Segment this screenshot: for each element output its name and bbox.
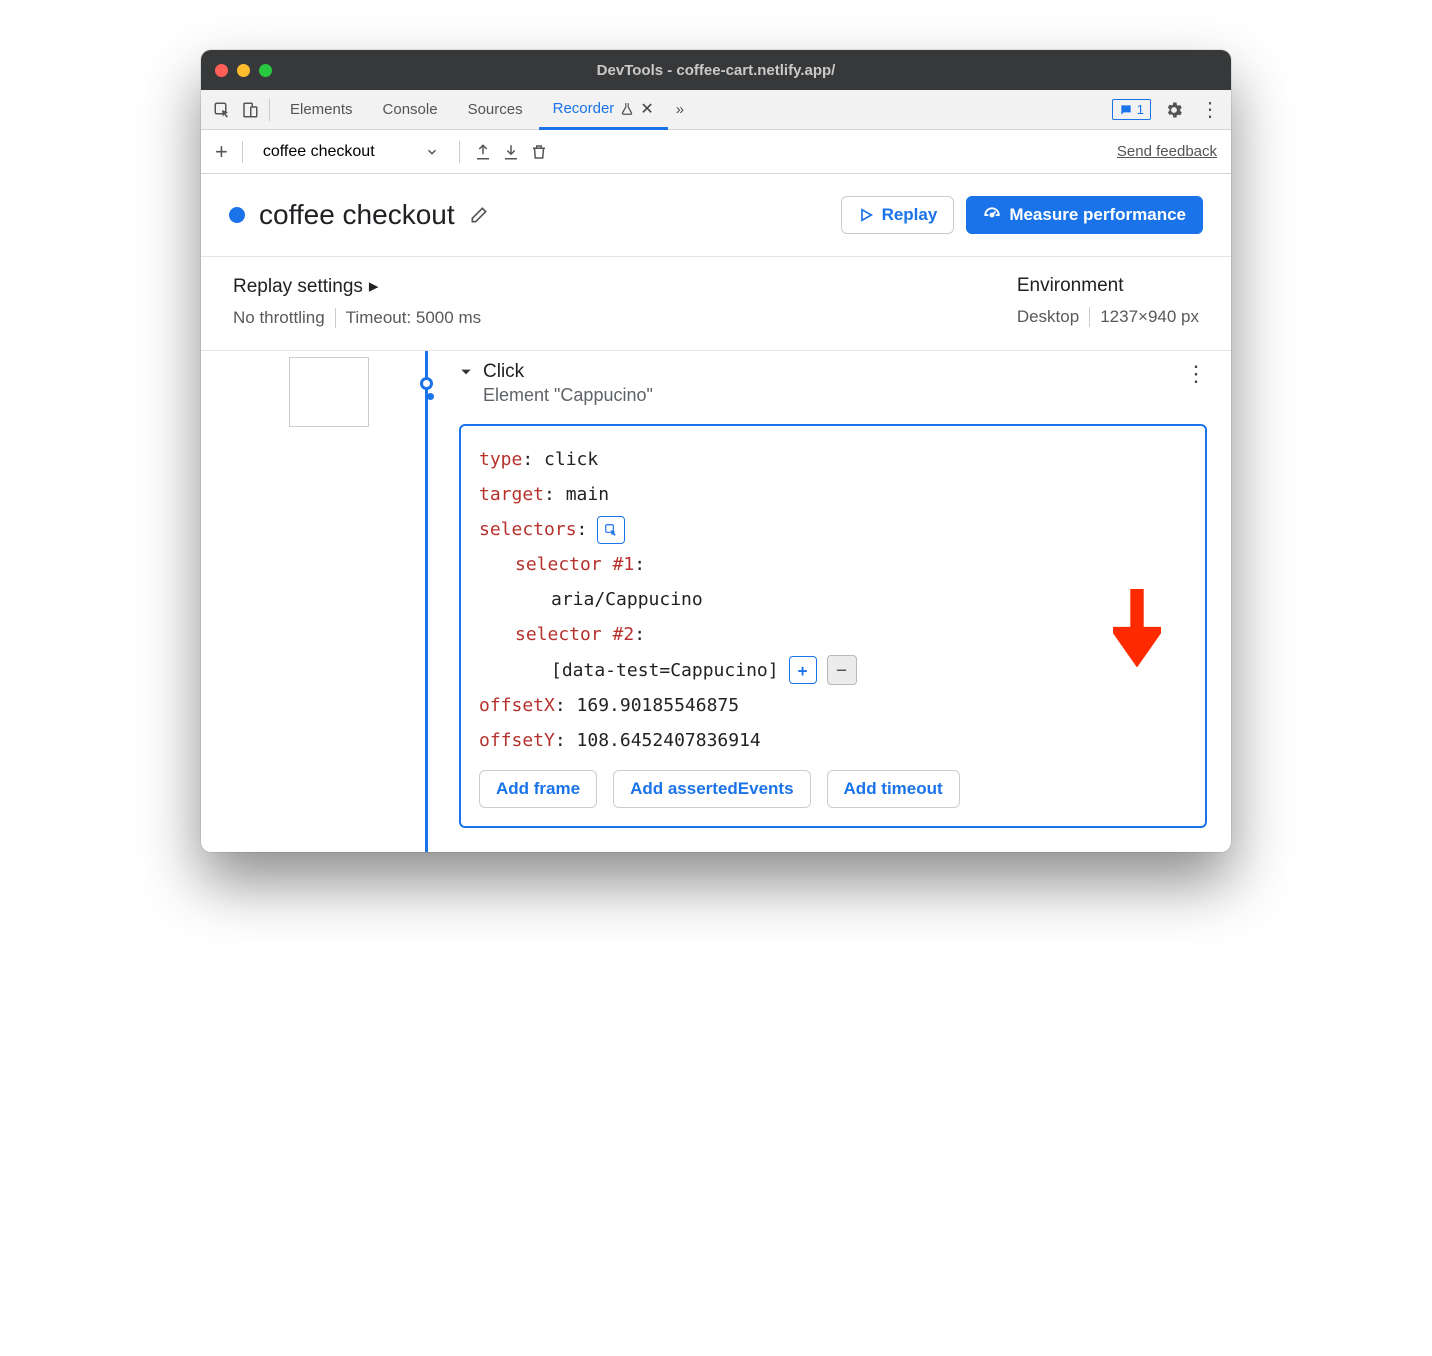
selector-2-key: selector #2	[515, 624, 634, 645]
throttling-value: No throttling	[233, 308, 325, 328]
export-icon[interactable]	[474, 143, 492, 161]
prop-offsety-val[interactable]: : 108.6452407836914	[555, 730, 761, 751]
replay-button[interactable]: Replay	[841, 196, 955, 234]
recording-title: coffee checkout	[259, 199, 455, 231]
device-value: Desktop	[1017, 307, 1079, 327]
settings-icon[interactable]	[1161, 97, 1187, 123]
new-recording-icon[interactable]: +	[215, 139, 228, 165]
step-title: Click	[483, 361, 653, 383]
measure-performance-button[interactable]: Measure performance	[966, 196, 1203, 234]
device-toolbar-icon[interactable]	[237, 97, 263, 123]
chevron-down-icon	[425, 145, 439, 159]
timeout-value: Timeout: 5000 ms	[346, 308, 481, 328]
selector-1-value[interactable]: aria/Cappucino	[551, 589, 703, 610]
devtools-window: DevTools - coffee-cart.netlify.app/ Elem…	[201, 50, 1231, 852]
prop-type-key: type	[479, 449, 522, 470]
timeline-track	[411, 351, 441, 852]
minimize-window-button[interactable]	[237, 64, 250, 77]
add-selector-button[interactable]: +	[789, 656, 817, 684]
prop-offsetx-key: offsetX	[479, 695, 555, 716]
divider	[459, 141, 460, 163]
remove-selector-button[interactable]: −	[827, 655, 857, 685]
flask-icon	[620, 102, 634, 116]
prop-offsety-key: offsetY	[479, 730, 555, 751]
close-window-button[interactable]	[215, 64, 228, 77]
recording-header: coffee checkout Replay Measure performan…	[201, 174, 1231, 257]
step-editor: type: click target: main selectors: sele…	[459, 424, 1207, 828]
chevron-right-icon: ▸	[369, 275, 379, 298]
selector-2-value[interactable]: [data-test=Cappucino]	[551, 653, 779, 688]
steps-timeline: Click Element "Cappucino" ⋮ type: click …	[201, 351, 1231, 852]
environment-title: Environment	[1017, 275, 1199, 297]
pick-selector-icon[interactable]	[597, 516, 625, 544]
tab-overflow[interactable]: »	[670, 90, 690, 129]
tab-recorder-label: Recorder	[553, 100, 615, 117]
replay-button-label: Replay	[882, 205, 938, 225]
send-feedback-link[interactable]: Send feedback	[1117, 143, 1217, 160]
chat-icon	[1119, 103, 1133, 117]
step-menu-icon[interactable]: ⋮	[1185, 361, 1207, 387]
close-tab-icon[interactable]: ✕	[640, 99, 653, 119]
delete-icon[interactable]	[530, 143, 548, 161]
add-timeout-button[interactable]: Add timeout	[827, 770, 960, 808]
add-frame-button[interactable]: Add frame	[479, 770, 597, 808]
inspect-element-icon[interactable]	[209, 97, 235, 123]
settings-panel: Replay settings ▸ No throttling Timeout:…	[201, 257, 1231, 351]
zoom-window-button[interactable]	[259, 64, 272, 77]
timeline-thumbnail-col	[201, 351, 411, 852]
issues-badge[interactable]: 1	[1112, 99, 1151, 120]
recorder-toolbar: + coffee checkout Send feedback	[201, 130, 1231, 174]
replay-settings-title[interactable]: Replay settings ▸	[233, 275, 481, 298]
replay-settings-group: Replay settings ▸ No throttling Timeout:…	[233, 275, 481, 328]
tab-elements[interactable]: Elements	[276, 90, 367, 129]
gauge-icon	[983, 206, 1001, 224]
prop-target-key: target	[479, 484, 544, 505]
prop-type-val[interactable]: : click	[522, 449, 598, 470]
measure-performance-label: Measure performance	[1009, 205, 1186, 225]
prop-offsetx-val[interactable]: : 169.90185546875	[555, 695, 739, 716]
divider	[269, 99, 270, 121]
window-titlebar: DevTools - coffee-cart.netlify.app/	[201, 50, 1231, 90]
window-title: DevTools - coffee-cart.netlify.app/	[201, 62, 1231, 79]
tab-console[interactable]: Console	[369, 90, 452, 129]
recording-select[interactable]: coffee checkout	[257, 139, 445, 165]
step-subtitle: Element "Cappucino"	[483, 385, 653, 406]
dimensions-value: 1237×940 px	[1100, 307, 1199, 327]
prop-selectors-key: selectors	[479, 519, 577, 540]
issues-count: 1	[1137, 102, 1144, 117]
step-thumbnail[interactable]	[289, 357, 369, 427]
devtools-tabstrip: Elements Console Sources Recorder ✕ » 1 …	[201, 90, 1231, 130]
tab-recorder[interactable]: Recorder ✕	[539, 91, 668, 130]
edit-title-icon[interactable]	[469, 205, 489, 225]
tab-sources[interactable]: Sources	[454, 90, 537, 129]
kebab-menu-icon[interactable]: ⋮	[1197, 97, 1223, 123]
selector-1-key: selector #1	[515, 554, 634, 575]
add-asserted-events-button[interactable]: Add assertedEvents	[613, 770, 810, 808]
chevron-down-icon[interactable]	[459, 365, 473, 379]
step-click: Click Element "Cappucino" ⋮ type: click …	[441, 351, 1207, 852]
recording-status-dot	[229, 207, 245, 223]
window-controls	[215, 64, 272, 77]
prop-target-val[interactable]: : main	[544, 484, 609, 505]
divider	[1089, 307, 1090, 327]
import-icon[interactable]	[502, 143, 520, 161]
divider	[242, 141, 243, 163]
environment-group: Environment Desktop 1237×940 px	[1017, 275, 1199, 328]
divider	[335, 308, 336, 328]
recording-select-value: coffee checkout	[263, 143, 375, 161]
play-icon	[858, 207, 874, 223]
